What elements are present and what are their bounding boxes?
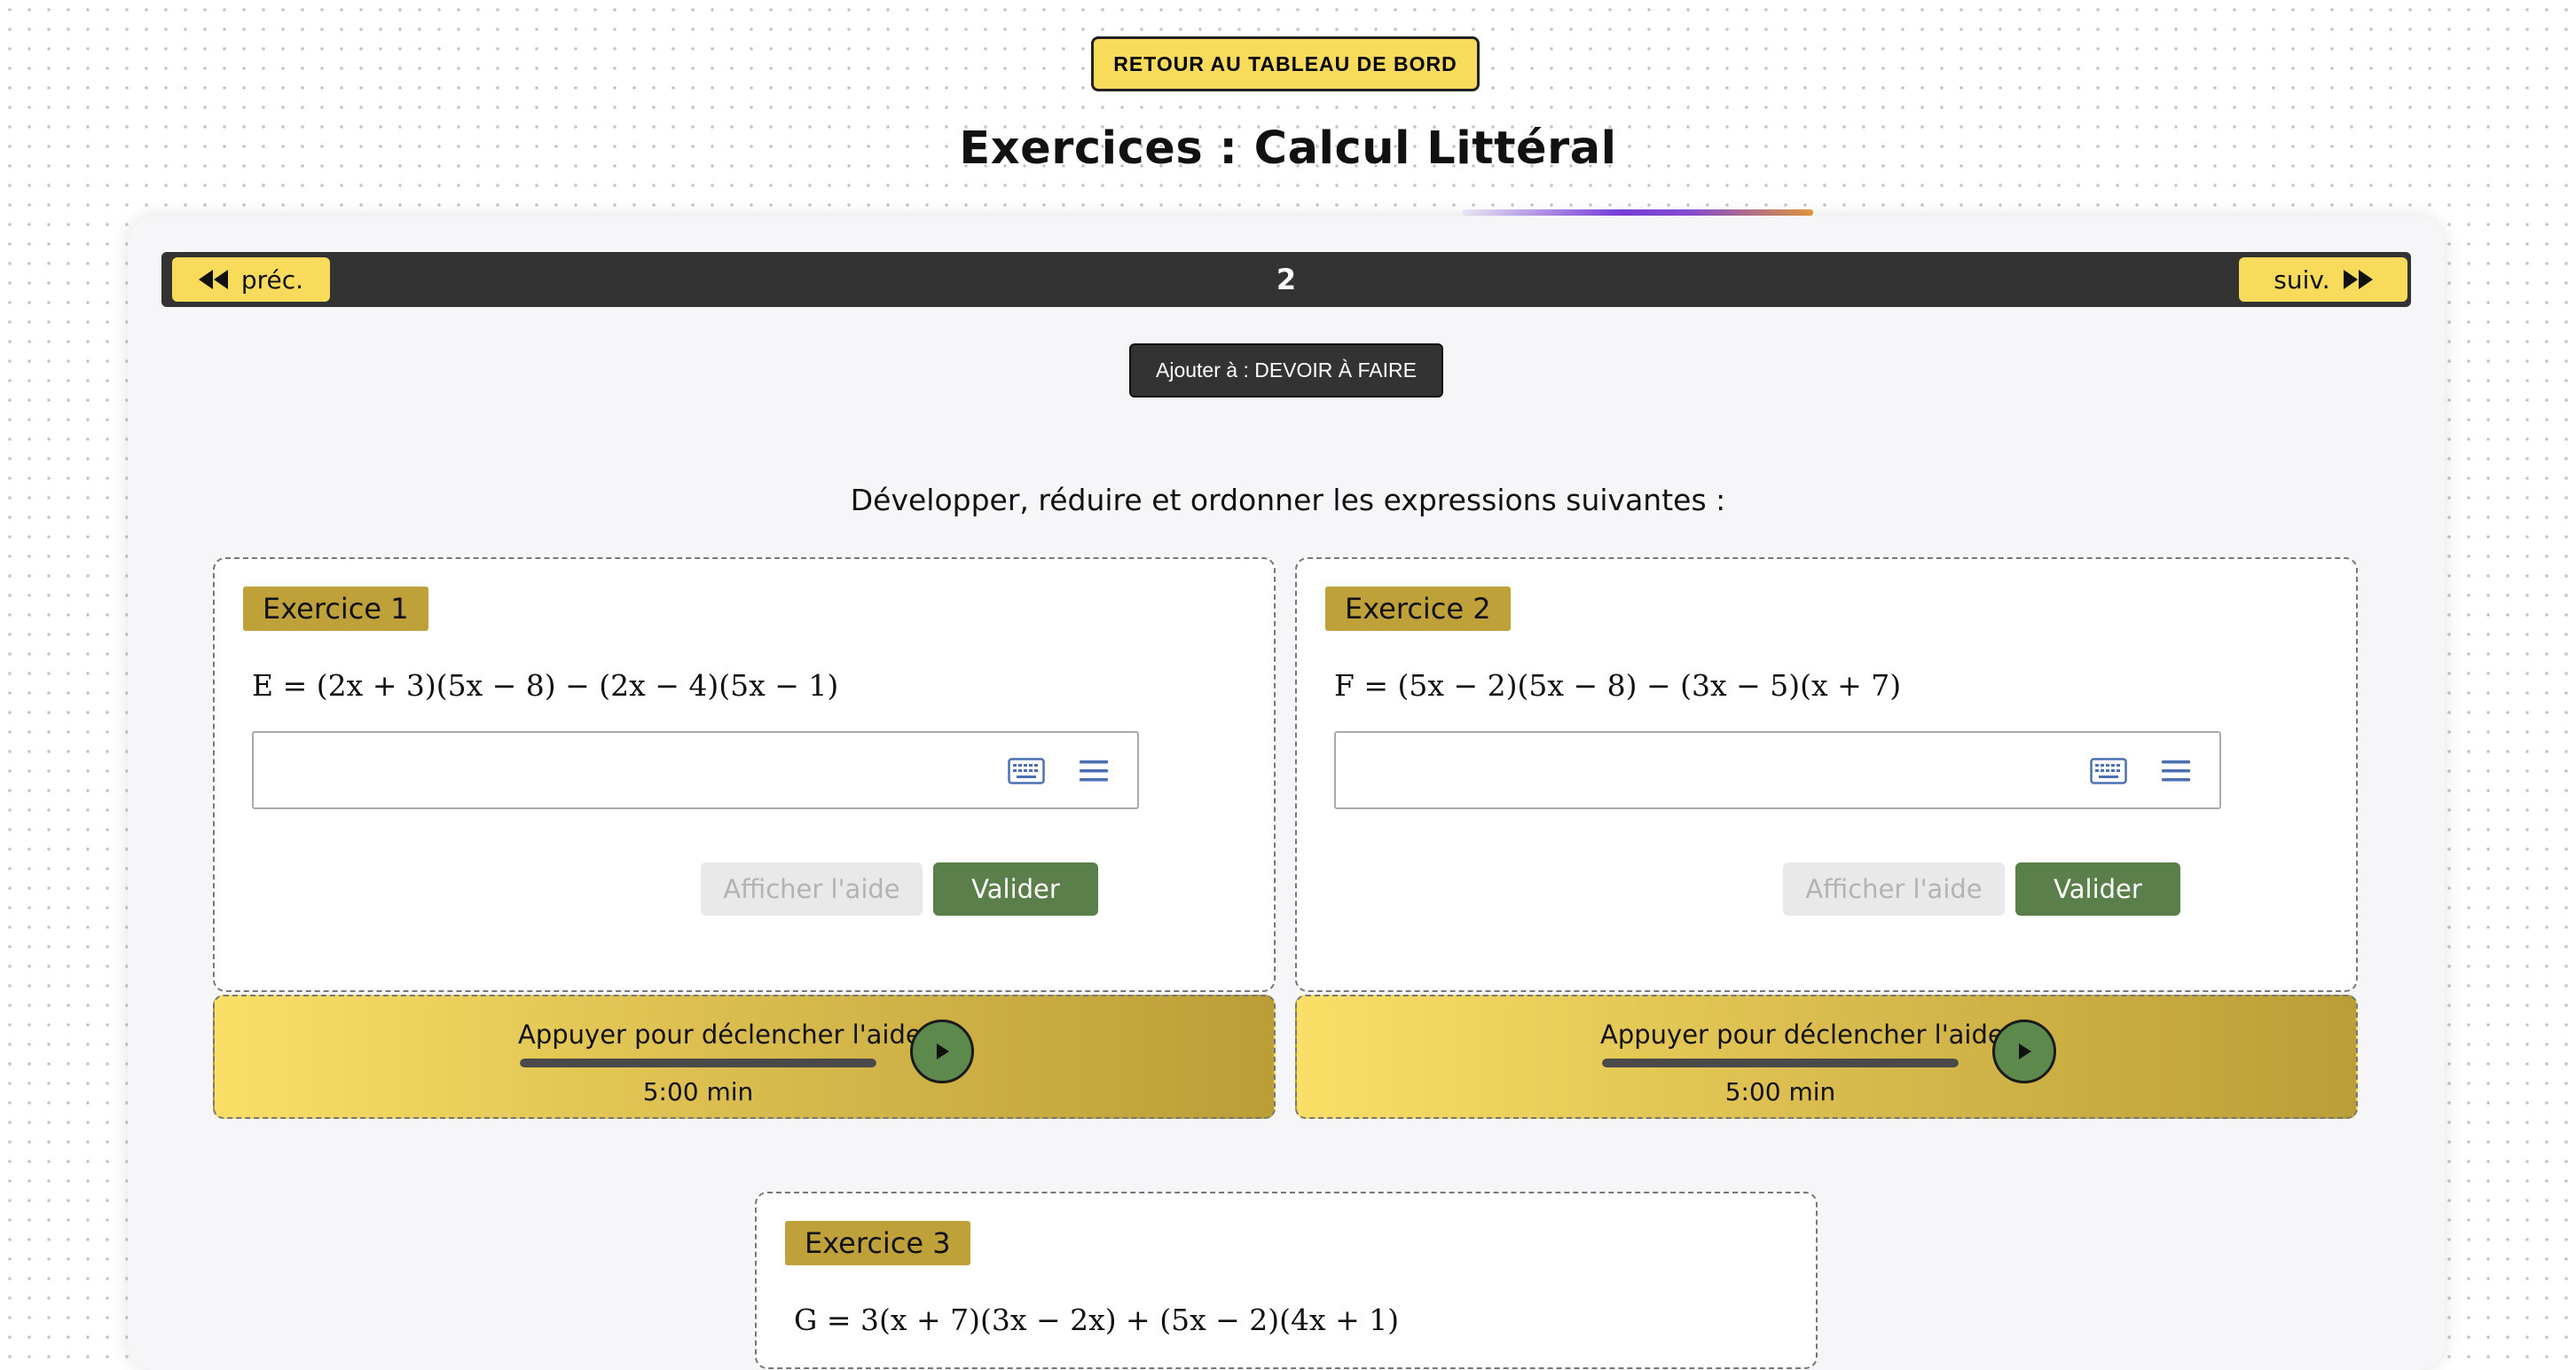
validate-button[interactable]: Valider [933,862,1098,916]
validate-button[interactable]: Valider [2015,862,2180,916]
exercise-expression: E = (2x + 3)(5x − 8) − (2x − 4)(5x − 1) [252,668,839,703]
exercise-expression: G = 3(x + 7)(3x − 2x) + (5x − 2)(4x + 1) [794,1303,1400,1337]
exercise-label: Exercice 2 [1325,587,1511,631]
keyboard-icon[interactable] [1008,758,1045,784]
answer-input[interactable] [1334,731,2221,809]
menu-icon[interactable] [2161,756,2191,786]
exercise-nav-bar: préc. 2 suiv. [161,252,2411,307]
play-button[interactable] [910,1020,974,1083]
hint-progress-bar [1602,1059,1959,1067]
page-title: Exercices : Calcul Littéral [959,122,1617,175]
play-icon [2019,1043,2031,1059]
menu-icon[interactable] [1079,756,1109,786]
show-help-button[interactable]: Afficher l'aide [1783,862,2005,916]
exercise-label: Exercice 3 [785,1221,970,1265]
page-number: 2 [1276,263,1297,296]
title-accent-line [1462,209,1813,216]
next-label: suiv. [2274,264,2330,295]
instruction-text: Développer, réduire et ordonner les expr… [850,483,1726,517]
hint-bar: Appuyer pour déclencher l'aide 5:00 min [213,995,1276,1119]
hint-timer: 5:00 min [1724,1077,1836,1106]
answer-input[interactable] [252,731,1139,809]
hint-timer: 5:00 min [642,1077,754,1106]
exercise-1-box: Exercice 1 E = (2x + 3)(5x − 8) − (2x − … [213,557,1276,992]
add-to-homework-button[interactable]: Ajouter à : DEVOIR À FAIRE [1129,343,1443,398]
keyboard-icon[interactable] [2090,758,2127,784]
back-to-dashboard-button[interactable]: RETOUR AU TABLEAU DE BORD [1091,36,1480,91]
show-help-button[interactable]: Afficher l'aide [701,862,923,916]
hint-text: Appuyer pour déclencher l'aide [518,1020,922,1050]
exercise-2-box: Exercice 2 F = (5x − 2)(5x − 8) − (3x − … [1295,557,2358,992]
hint-bar: Appuyer pour déclencher l'aide 5:00 min [1295,995,2358,1119]
exercise-3-box: Exercice 3 G = 3(x + 7)(3x − 2x) + (5x −… [755,1192,1818,1369]
hint-progress-bar [520,1059,876,1067]
hint-text: Appuyer pour déclencher l'aide [1600,1020,2004,1050]
play-button[interactable] [1992,1020,2056,1083]
double-chevron-right-icon [2343,270,2373,289]
play-icon [937,1043,949,1059]
exercise-expression: F = (5x − 2)(5x − 8) − (3x − 5)(x + 7) [1334,668,1902,703]
next-button[interactable]: suiv. [2239,257,2407,302]
exercise-label: Exercice 1 [243,587,428,631]
